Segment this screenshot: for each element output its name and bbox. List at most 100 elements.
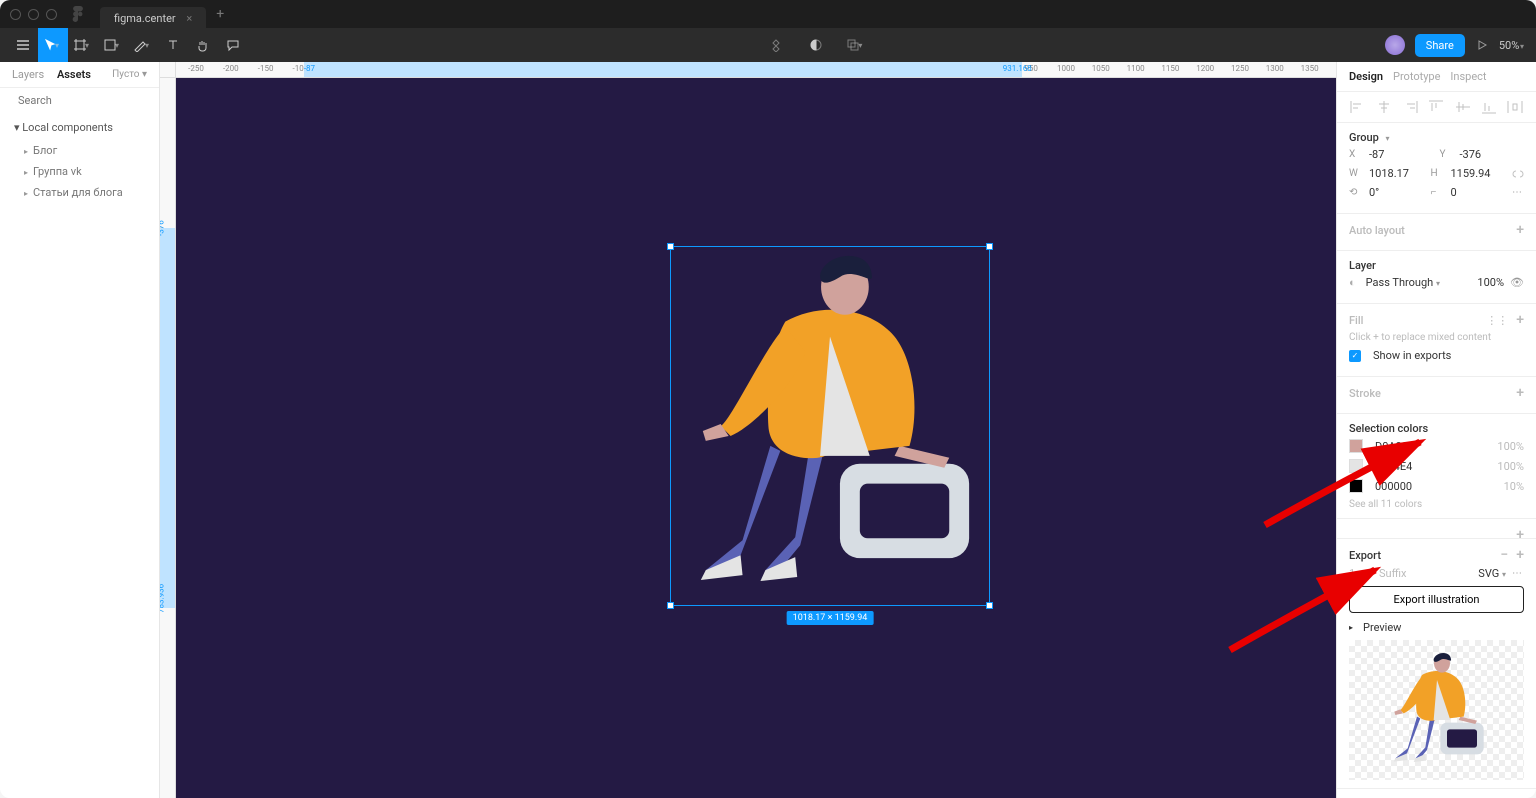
boolean-icon[interactable]: ▾ xyxy=(841,28,871,62)
align-left-icon[interactable] xyxy=(1349,100,1367,114)
tab-layers[interactable]: Layers xyxy=(12,68,44,81)
comment-tool[interactable] xyxy=(218,28,248,62)
new-tab-button[interactable]: + xyxy=(216,6,224,22)
ruler-vertical[interactable]: -300200300400500600-376783.936 xyxy=(160,78,176,798)
menu-button[interactable] xyxy=(8,28,38,62)
align-hcenter-icon[interactable] xyxy=(1375,100,1393,114)
opacity-input[interactable]: 100% xyxy=(1464,276,1504,289)
frame-tool[interactable]: ▾ xyxy=(68,28,98,62)
add-fill[interactable]: + xyxy=(1516,312,1524,328)
pen-tool[interactable]: ▾ xyxy=(128,28,158,62)
h-input[interactable]: 1159.94 xyxy=(1451,167,1507,180)
w-label: W xyxy=(1349,168,1363,179)
align-bottom-icon[interactable] xyxy=(1480,100,1498,114)
component-item[interactable]: Группа vk xyxy=(14,161,145,182)
frame-type[interactable]: Group ▾ xyxy=(1349,131,1524,144)
export-preview xyxy=(1349,640,1524,780)
export-suffix[interactable]: Suffix xyxy=(1379,567,1472,580)
stroke-section: Stroke + xyxy=(1337,377,1536,414)
resize-handle-tl[interactable] xyxy=(667,243,674,250)
search-input[interactable] xyxy=(18,94,158,107)
selection-color-row[interactable]: E4E4E4100% xyxy=(1349,459,1524,473)
component-icon[interactable] xyxy=(761,28,791,62)
toolbar-right: Share 50% ▾ xyxy=(1385,34,1528,57)
file-tab[interactable]: figma.center × xyxy=(100,7,206,30)
chevron-down-icon: ▾ xyxy=(858,41,862,50)
more-icon[interactable]: ⋯ xyxy=(1512,187,1524,198)
share-button[interactable]: Share xyxy=(1415,34,1465,57)
effects-section: + xyxy=(1337,519,1536,539)
tab-prototype[interactable]: Prototype xyxy=(1393,70,1440,83)
resize-handle-br[interactable] xyxy=(986,602,993,609)
align-top-icon[interactable] xyxy=(1427,100,1445,114)
export-format[interactable]: SVG ▾ xyxy=(1478,567,1506,580)
close-tab-icon[interactable]: × xyxy=(186,12,192,25)
x-input[interactable]: -87 xyxy=(1369,148,1434,161)
add-auto-layout[interactable]: + xyxy=(1516,222,1524,238)
preview-label[interactable]: Preview xyxy=(1363,621,1401,634)
hand-tool[interactable] xyxy=(188,28,218,62)
selection-color-row[interactable]: 00000010% xyxy=(1349,479,1524,493)
resize-handle-bl[interactable] xyxy=(667,602,674,609)
fill-style-icon[interactable]: ⋮⋮ xyxy=(1486,314,1508,327)
text-tool[interactable] xyxy=(158,28,188,62)
add-effect[interactable]: + xyxy=(1516,527,1524,543)
max-dot[interactable] xyxy=(46,9,57,20)
align-right-icon[interactable] xyxy=(1401,100,1419,114)
radius-input[interactable]: 0 xyxy=(1451,186,1507,199)
tab-design[interactable]: Design xyxy=(1349,70,1383,83)
y-input[interactable]: -376 xyxy=(1460,148,1525,161)
component-item[interactable]: Блог xyxy=(14,140,145,161)
blend-mode[interactable]: Pass Through ▾ xyxy=(1366,276,1458,289)
layer-section: Layer ◐ Pass Through ▾ 100% 👁 xyxy=(1337,251,1536,304)
titlebar: figma.center × + xyxy=(0,0,1536,28)
stroke-header: Stroke xyxy=(1349,387,1381,400)
move-tool[interactable]: ▾ xyxy=(38,28,68,62)
asset-search xyxy=(0,88,159,113)
user-avatar[interactable] xyxy=(1385,35,1405,55)
close-dot[interactable] xyxy=(10,9,21,20)
add-export[interactable]: + xyxy=(1516,547,1524,563)
layer-header: Layer xyxy=(1349,259,1524,272)
canvas-area: -250-200-150-100-50050100150200250300350… xyxy=(160,62,1336,798)
align-vcenter-icon[interactable] xyxy=(1454,100,1472,114)
canvas[interactable]: 1018.17 × 1159.94 xyxy=(176,78,1336,798)
tab-inspect[interactable]: Inspect xyxy=(1450,70,1486,83)
show-in-exports-label: Show in exports xyxy=(1373,349,1451,362)
auto-layout-section: Auto layout+ xyxy=(1337,214,1536,251)
y-label: Y xyxy=(1440,149,1454,160)
rotation-input[interactable]: 0° xyxy=(1369,186,1425,199)
toolbar: ▾ ▾ ▾ ▾ ▾ Share 50% ▾ xyxy=(0,28,1536,62)
visibility-icon[interactable]: 👁 xyxy=(1510,276,1524,289)
chevron-down-icon: ▾ xyxy=(145,41,149,50)
export-scale[interactable]: 1x xyxy=(1349,567,1373,580)
see-all-colors[interactable]: See all 11 colors xyxy=(1349,499,1524,510)
export-button[interactable]: Export illustration xyxy=(1349,586,1524,613)
toolbar-left: ▾ ▾ ▾ ▾ xyxy=(8,28,248,62)
resize-handle-tr[interactable] xyxy=(986,243,993,250)
show-in-exports-checkbox[interactable] xyxy=(1349,350,1361,362)
distribute-icon[interactable] xyxy=(1506,100,1524,114)
component-item[interactable]: Статьи для блога xyxy=(14,182,145,203)
w-input[interactable]: 1018.17 xyxy=(1369,167,1425,180)
remove-export[interactable]: − xyxy=(1500,547,1508,563)
min-dot[interactable] xyxy=(28,9,39,20)
add-stroke[interactable]: + xyxy=(1516,385,1524,401)
link-dimensions-icon[interactable] xyxy=(1512,168,1524,180)
zoom-level[interactable]: 50% ▾ xyxy=(1499,39,1528,52)
selection-color-row[interactable]: D0A29C100% xyxy=(1349,439,1524,453)
illustration[interactable] xyxy=(671,247,989,605)
shape-tool[interactable]: ▾ xyxy=(98,28,128,62)
selection-dimensions: 1018.17 × 1159.94 xyxy=(787,611,874,625)
page-dropdown[interactable]: Пусто ▾ xyxy=(112,69,147,80)
traffic-lights[interactable] xyxy=(10,9,57,20)
export-more-icon[interactable]: ⋯ xyxy=(1512,568,1524,579)
tab-assets[interactable]: Assets xyxy=(57,68,91,81)
selection-box[interactable]: 1018.17 × 1159.94 xyxy=(670,246,990,606)
right-panel: Design Prototype Inspect Group ▾ X -87 Y xyxy=(1336,62,1536,798)
present-icon[interactable] xyxy=(1475,38,1489,52)
body: Layers Assets Пусто ▾ ▾ Local components… xyxy=(0,62,1536,798)
ruler-horizontal[interactable]: -250-200-150-100-50050100150200250300350… xyxy=(176,62,1336,78)
ruler-corner xyxy=(160,62,176,78)
mask-icon[interactable] xyxy=(801,28,831,62)
